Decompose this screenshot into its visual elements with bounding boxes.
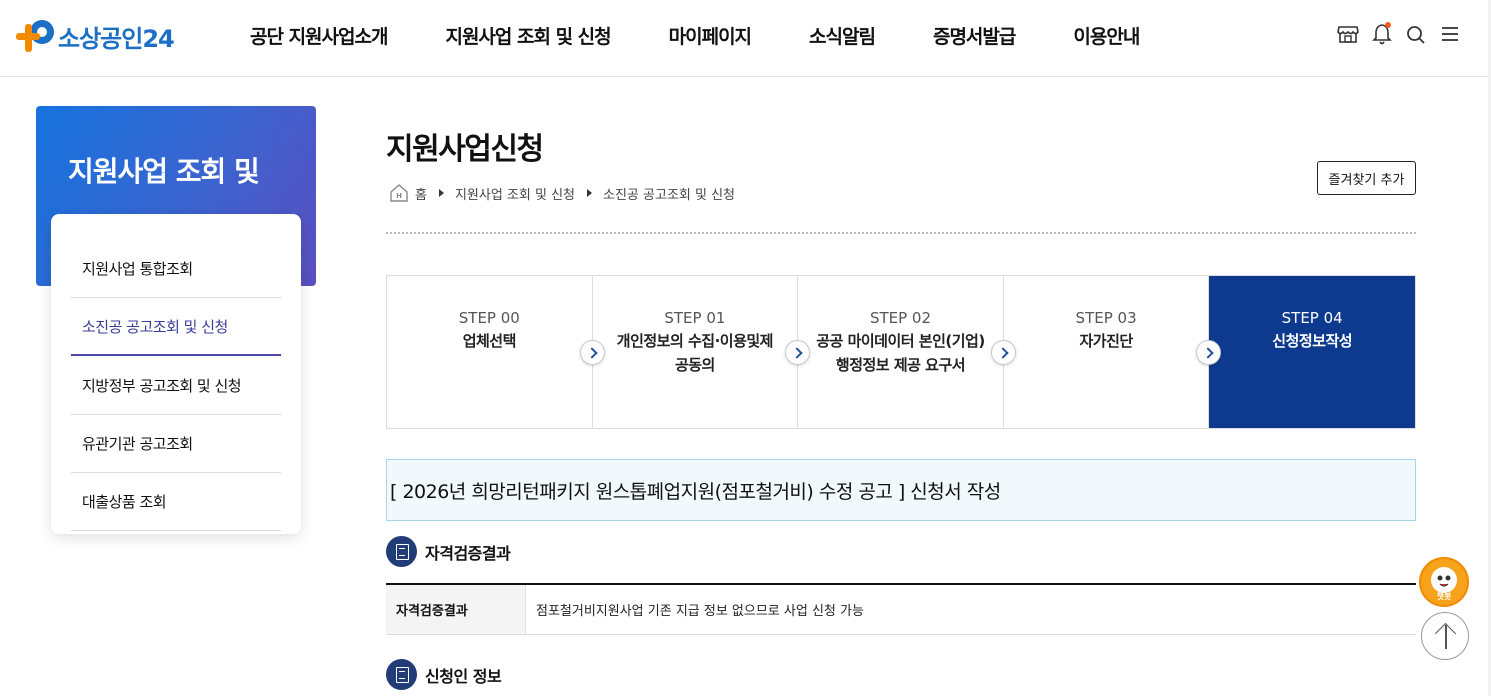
svg-text:H: H [396, 192, 402, 200]
sidebar-item-integrated-search[interactable]: 지원사업 통합조회 [71, 240, 281, 298]
step-04: STEP 04 신청정보작성 [1196, 276, 1415, 428]
search-icon[interactable] [1405, 22, 1427, 46]
logo-icon [16, 20, 54, 52]
sidebar-item-loan-products[interactable]: 대출상품 조회 [71, 473, 281, 531]
gnb-item-intro[interactable]: 공단 지원사업소개 [250, 22, 388, 49]
sidebar-item-agency-notice[interactable]: 유관기관 공고조회 [71, 415, 281, 473]
step-number: STEP 00 [458, 309, 520, 327]
divider [386, 232, 1416, 234]
step-01: STEP 01 개인정보의 수집·이용및제공동의 [579, 276, 799, 428]
sidebar-title: 지원사업 조회 및 [68, 155, 260, 188]
step-number: STEP 01 [664, 309, 726, 327]
chatbot-character-icon [1431, 567, 1457, 593]
chevron-right-icon [990, 340, 1016, 365]
sidebar-menu: 지원사업 통합조회 소진공 공고조회 및 신청 지방정부 공고조회 및 신청 유… [51, 214, 301, 534]
table-row: 자격검증결과 점포철거비지원사업 기존 지급 정보 없으므로 사업 신청 가능 [386, 585, 1416, 635]
step-03: STEP 03 자가진단 [990, 276, 1210, 428]
step-name: 신청정보작성 [1272, 332, 1353, 350]
menu-icon[interactable] [1439, 22, 1461, 46]
breadcrumb: H 홈 지원사업 조회 및 신청 소진공 공고조회 및 신청 [389, 183, 735, 203]
step-name: 개인정보의 수집·이용및제공동의 [616, 332, 774, 374]
section-title-applicant: 신청인 정보 [386, 659, 502, 690]
scroll-to-top-button[interactable] [1421, 612, 1469, 660]
breadcrumb-item-support[interactable]: 지원사업 조회 및 신청 [455, 184, 575, 203]
step-00: STEP 00 업체선택 [387, 276, 593, 428]
breadcrumb-separator-icon [587, 189, 593, 197]
logo-text: 소상공인24 [58, 24, 175, 53]
chatbot-button[interactable]: 챗봇 [1419, 557, 1469, 607]
table-header-cell: 자격검증결과 [386, 585, 526, 634]
sidebar-item-local-gov-notice[interactable]: 지방정부 공고조회 및 신청 [71, 357, 281, 415]
bell-icon[interactable] [1371, 22, 1393, 46]
gnb-item-support[interactable]: 지원사업 조회 및 신청 [445, 22, 611, 49]
section-title-text: 신청인 정보 [425, 666, 502, 686]
document-icon [386, 536, 417, 567]
gnb-item-mypage[interactable]: 마이페이지 [669, 22, 752, 49]
breadcrumb-separator-icon [438, 189, 444, 197]
gnb-item-news[interactable]: 소식알림 [809, 22, 876, 49]
step-number: STEP 03 [1075, 309, 1137, 327]
chevron-right-icon [579, 340, 605, 365]
breadcrumb-home[interactable]: 홈 [415, 184, 427, 203]
gnb-item-certificate[interactable]: 증명서발급 [933, 22, 1016, 49]
step-name: 공공 마이데이터 본인(기업) 행정정보 제공 요구서 [816, 332, 985, 374]
document-icon [386, 659, 417, 690]
step-number: STEP 04 [1281, 309, 1343, 327]
home-icon[interactable]: H [389, 183, 409, 203]
qualification-table: 자격검증결과 점포철거비지원사업 기존 지급 정보 없으므로 사업 신청 가능 [386, 583, 1416, 635]
header: 소상공인24 공단 지원사업소개 지원사업 조회 및 신청 마이페이지 소식알림… [0, 0, 1491, 77]
utility-menu [1325, 22, 1461, 46]
step-indicator: STEP 00 업체선택 STEP 01 개인정보의 수집·이용및제공동의 ST… [386, 275, 1416, 429]
step-name: 업체선택 [462, 332, 517, 350]
page-title: 지원사업신청 [386, 132, 544, 167]
add-favorite-button[interactable]: 즐겨찾기 추가 [1317, 161, 1416, 195]
chevron-right-icon [1196, 340, 1222, 365]
store-icon[interactable] [1337, 22, 1359, 46]
table-cell: 점포철거비지원사업 기존 지급 정보 없으므로 사업 신청 가능 [536, 604, 864, 619]
step-02: STEP 02 공공 마이데이터 본인(기업) 행정정보 제공 요구서 [785, 276, 1004, 428]
gnb-item-guide[interactable]: 이용안내 [1073, 22, 1140, 49]
step-number: STEP 02 [869, 309, 932, 327]
section-title-text: 자격검증결과 [425, 543, 511, 563]
step-name: 자가진단 [1079, 332, 1133, 350]
application-title-box: [ 2026년 희망리턴패키지 원스톱폐업지원(점포철거비) 수정 공고 ] 신… [386, 459, 1416, 521]
chatbot-label: 챗봇 [1436, 592, 1452, 601]
global-nav: 공단 지원사업소개 지원사업 조회 및 신청 마이페이지 소식알림 증명서발급 … [250, 22, 1197, 49]
section-title-qualification: 자격검증결과 [386, 536, 511, 567]
logo[interactable]: 소상공인24 [16, 16, 175, 56]
sidebar-item-sbiz-notice[interactable]: 소진공 공고조회 및 신청 [71, 298, 281, 356]
breadcrumb-item-current: 소진공 공고조회 및 신청 [603, 187, 736, 203]
